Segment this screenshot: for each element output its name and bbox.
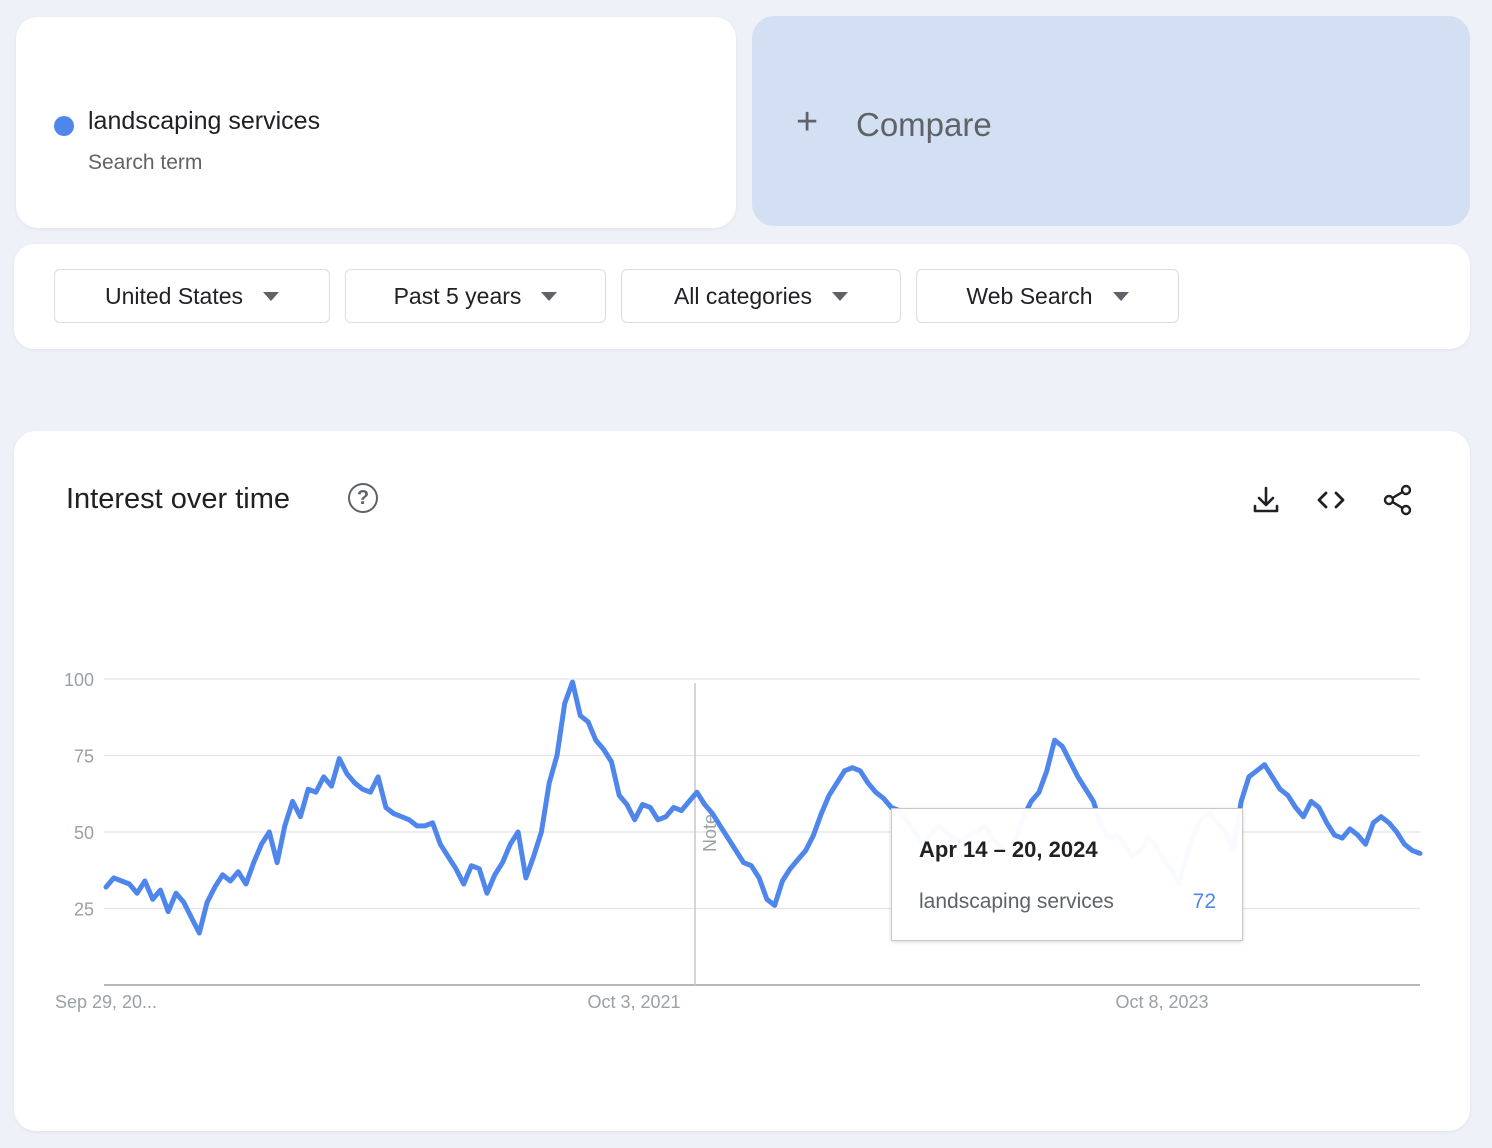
category-dropdown-label: All categories (673, 282, 813, 309)
x-axis-ticks: Sep 29, 20... Oct 3, 2021 Oct 8, 2023 (55, 992, 1209, 1012)
y-tick-label: 50 (74, 823, 94, 843)
series-color-dot (54, 116, 74, 136)
search-type-dropdown[interactable]: Web Search (916, 269, 1179, 323)
search-type-dropdown-label: Web Search (966, 282, 1093, 309)
interest-over-time-card: Interest over time ? 100 75 50 25 Sep 29, 2… (14, 431, 1470, 1131)
chart-tooltip: Apr 14 – 20, 2024 landscaping services 7… (891, 808, 1243, 941)
tooltip-value: 72 (1192, 890, 1216, 913)
compare-label: Compare (856, 106, 992, 143)
compare-button[interactable]: + Compare (752, 16, 1470, 226)
search-term-subtitle: Search term (88, 151, 203, 174)
x-tick-label: Oct 3, 2021 (587, 992, 680, 1012)
x-tick-label: Sep 29, 20... (55, 992, 157, 1012)
tooltip-series-name: landscaping services (919, 890, 1114, 913)
filter-bar: United States Past 5 years All categorie… (14, 244, 1470, 349)
time-period-dropdown[interactable]: Past 5 years (345, 269, 606, 323)
caret-down-icon (263, 291, 280, 301)
category-dropdown[interactable]: All categories (621, 269, 901, 323)
interest-line-chart: 100 75 50 25 Sep 29, 20... Oct 3, 2021 Oct 8,… (55, 670, 1423, 1012)
region-dropdown-label: United States (104, 282, 244, 309)
y-tick-label: 100 (64, 670, 94, 690)
x-tick-label: Oct 8, 2023 (1115, 992, 1208, 1012)
search-term-card[interactable]: landscaping services Search term (16, 17, 736, 228)
y-tick-label: 75 (74, 747, 94, 767)
caret-down-icon (541, 291, 558, 301)
search-term-name: landscaping services (88, 107, 321, 135)
time-period-dropdown-label: Past 5 years (393, 282, 522, 309)
caret-down-icon (832, 291, 849, 301)
caret-down-icon (1112, 291, 1129, 301)
tooltip-date: Apr 14 – 20, 2024 (919, 837, 1098, 862)
plus-icon: + (796, 101, 819, 143)
y-axis-ticks: 100 75 50 25 (64, 670, 94, 920)
y-tick-label: 25 (74, 900, 94, 920)
region-dropdown[interactable]: United States (54, 269, 330, 323)
